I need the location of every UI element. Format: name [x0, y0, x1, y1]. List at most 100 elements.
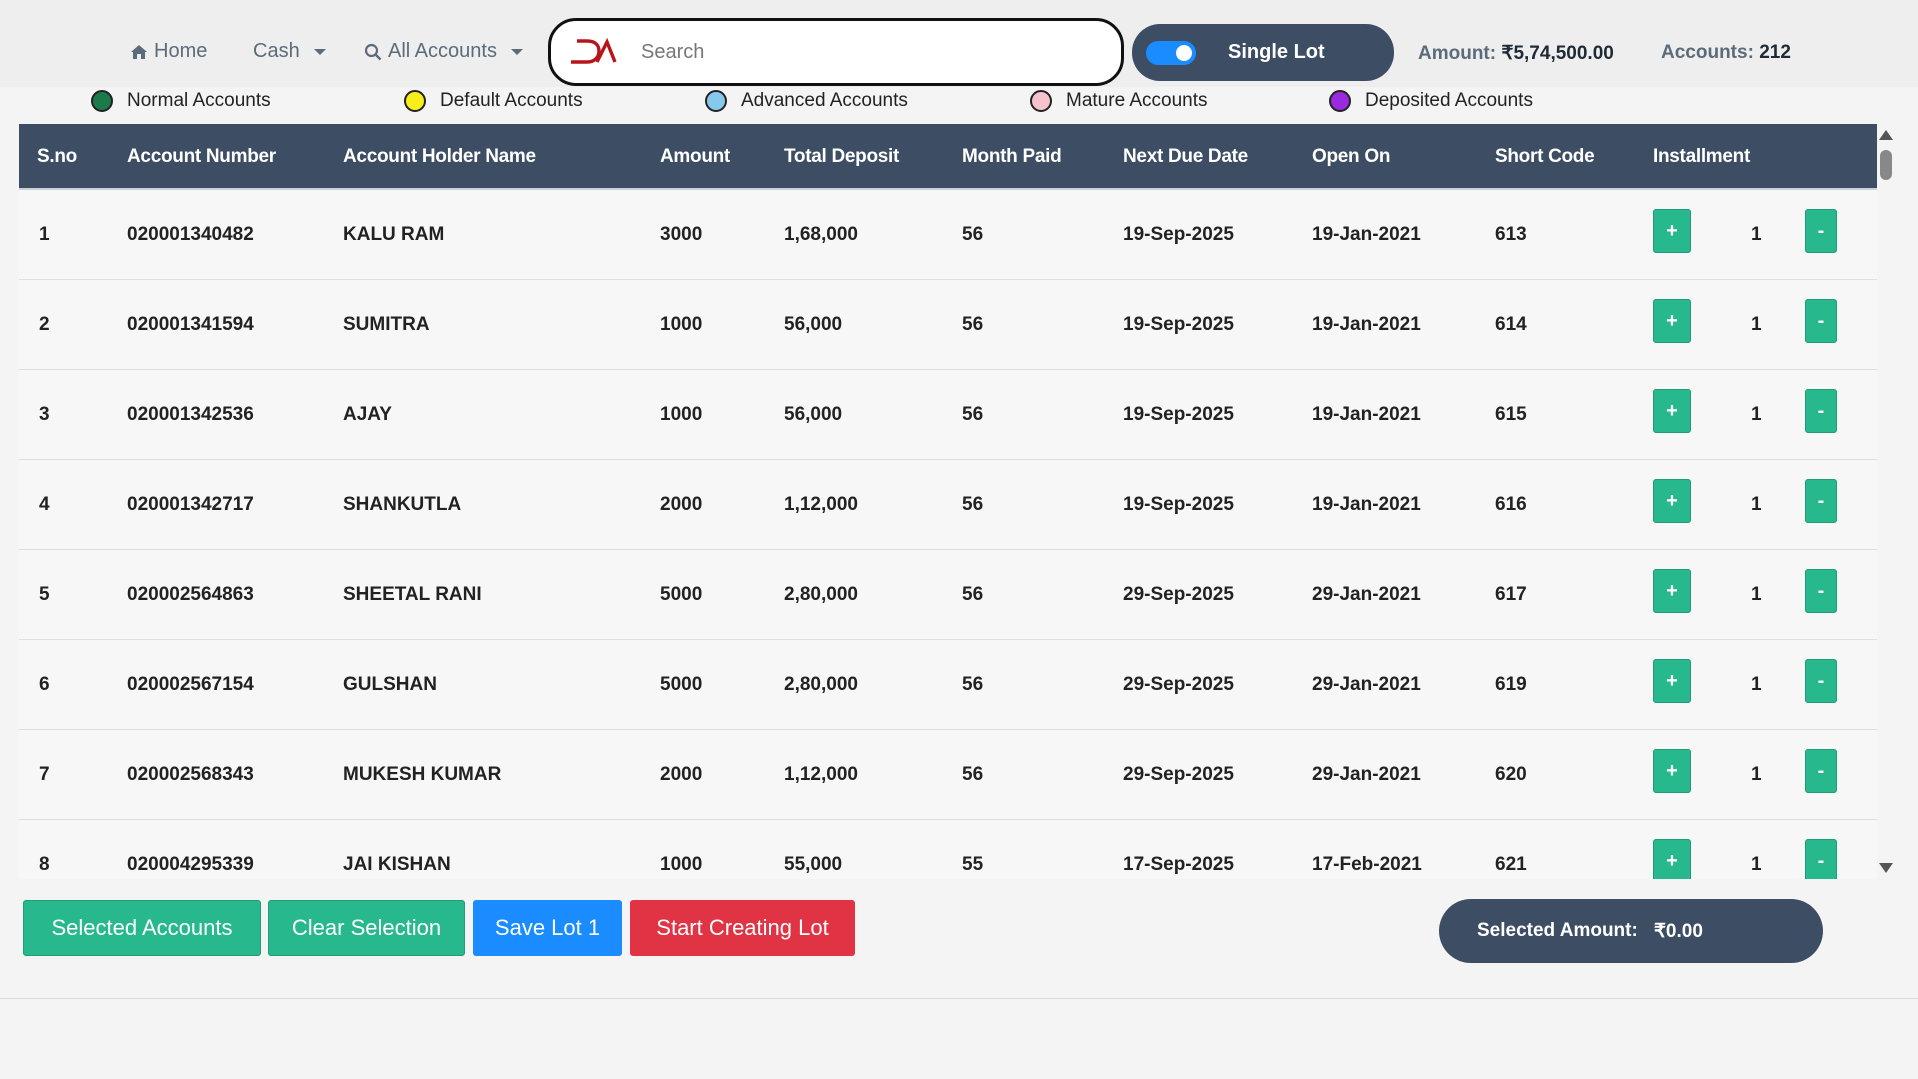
nav-home-link[interactable]: Home	[130, 40, 207, 63]
cell-month-paid: 55	[962, 854, 984, 875]
legend-dot-icon	[91, 90, 113, 112]
installment-increment-button[interactable]: +	[1653, 839, 1691, 879]
installment-increment-button[interactable]: +	[1653, 749, 1691, 793]
save-lot-button[interactable]: Save Lot 1	[473, 900, 622, 956]
header-installment: Installment	[1653, 146, 1750, 167]
accounts-count-stat: Accounts: 212	[1661, 42, 1791, 64]
table-row[interactable]: 3 020001342536 AJAY 1000 56,000 56 19-Sep-2025…	[19, 370, 1877, 460]
table-row[interactable]: 8 020004295339 JAI KISHAN 1000 55,000 55 17-Se…	[19, 820, 1877, 879]
cell-next-due-date: 29-Sep-2025	[1123, 764, 1234, 785]
table-scrollbar[interactable]	[1877, 124, 1893, 879]
scroll-down-arrow-icon[interactable]	[1879, 863, 1893, 873]
installment-increment-button[interactable]: +	[1653, 479, 1691, 523]
installment-increment-button[interactable]: +	[1653, 299, 1691, 343]
legend-deposited-accounts: Deposited Accounts	[1329, 90, 1533, 112]
search-bar[interactable]	[548, 18, 1124, 86]
legend-mature-accounts: Mature Accounts	[1030, 90, 1208, 112]
installment-increment-button[interactable]: +	[1653, 389, 1691, 433]
cell-sno: 3	[39, 404, 50, 425]
nav-all-accounts-dropdown[interactable]: All Accounts	[364, 40, 523, 63]
installment-decrement-button[interactable]: -	[1805, 299, 1837, 343]
table-row[interactable]: 4 020001342717 SHANKUTLA 2000 1,12,000 56 19-S…	[19, 460, 1877, 550]
cell-account-number: 020001341594	[127, 314, 254, 335]
footer-divider	[0, 998, 1918, 999]
cell-open-on: 29-Jan-2021	[1312, 764, 1421, 785]
installment-decrement-button[interactable]: -	[1805, 569, 1837, 613]
cell-sno: 6	[39, 674, 50, 695]
cell-next-due-date: 17-Sep-2025	[1123, 854, 1234, 875]
single-lot-toggle[interactable]	[1146, 40, 1196, 65]
start-creating-lot-button[interactable]: Start Creating Lot	[630, 900, 855, 956]
cell-open-on: 19-Jan-2021	[1312, 314, 1421, 335]
legend-label: Advanced Accounts	[741, 90, 908, 111]
cell-next-due-date: 29-Sep-2025	[1123, 674, 1234, 695]
installment-decrement-button[interactable]: -	[1805, 659, 1837, 703]
header-month-paid: Month Paid	[962, 146, 1062, 167]
cell-open-on: 19-Jan-2021	[1312, 494, 1421, 515]
cell-holder-name: SHANKUTLA	[343, 494, 462, 515]
legend-dot-icon	[705, 90, 727, 112]
cell-open-on: 29-Jan-2021	[1312, 584, 1421, 605]
installment-count: 1	[1751, 224, 1762, 245]
lot-mode-label: Single Lot	[1228, 41, 1325, 63]
table-row[interactable]: 2 020001341594 SUMITRA 1000 56,000 56 19-Sep-2…	[19, 280, 1877, 370]
table-row[interactable]: 1 020001340482 KALU RAM 3000 1,68,000 56 19-Se…	[19, 190, 1877, 280]
installment-decrement-button[interactable]: -	[1805, 749, 1837, 793]
cell-total-deposit: 1,12,000	[784, 494, 858, 515]
installment-count: 1	[1751, 494, 1762, 515]
cell-sno: 1	[39, 224, 50, 245]
cell-amount: 2000	[660, 764, 703, 785]
cell-amount: 1000	[660, 404, 703, 425]
cell-month-paid: 56	[962, 764, 984, 785]
scroll-thumb[interactable]	[1880, 150, 1892, 180]
installment-decrement-button[interactable]: -	[1805, 479, 1837, 523]
top-navbar: Home Cash All Accounts Single Lot Amount…	[0, 0, 1918, 87]
cell-open-on: 17-Feb-2021	[1312, 854, 1422, 875]
installment-decrement-button[interactable]: -	[1805, 389, 1837, 433]
table-row[interactable]: 5 020002564863 SHEETAL RANI 5000 2,80,000 56 2…	[19, 550, 1877, 640]
legend-dot-icon	[404, 90, 426, 112]
cell-amount: 5000	[660, 674, 703, 695]
cell-holder-name: KALU RAM	[343, 224, 445, 245]
installment-increment-button[interactable]: +	[1653, 659, 1691, 703]
cell-sno: 7	[39, 764, 50, 785]
cell-account-number: 020002567154	[127, 674, 254, 695]
cell-holder-name: AJAY	[343, 404, 392, 425]
cell-next-due-date: 19-Sep-2025	[1123, 494, 1234, 515]
cell-total-deposit: 2,80,000	[784, 674, 858, 695]
scroll-up-arrow-icon[interactable]	[1879, 130, 1893, 140]
header-amount: Amount	[660, 146, 730, 167]
cell-short-code: 620	[1495, 764, 1527, 785]
clear-selection-button[interactable]: Clear Selection	[268, 900, 465, 956]
da-logo-icon	[571, 38, 617, 64]
cell-next-due-date: 19-Sep-2025	[1123, 224, 1234, 245]
legend-advanced-accounts: Advanced Accounts	[705, 90, 908, 112]
table-row[interactable]: 7 020002568343 MUKESH KUMAR 2000 1,12,000 56 2…	[19, 730, 1877, 820]
installment-count: 1	[1751, 854, 1762, 875]
header-short-code: Short Code	[1495, 146, 1595, 167]
search-input[interactable]	[641, 40, 1081, 64]
cell-sno: 8	[39, 854, 50, 875]
table-header: S.no Account Number Account Holder Name …	[19, 124, 1877, 190]
installment-decrement-button[interactable]: -	[1805, 209, 1837, 253]
legend-default-accounts: Default Accounts	[404, 90, 583, 112]
home-icon	[131, 44, 147, 59]
cell-short-code: 614	[1495, 314, 1527, 335]
header-holder-name: Account Holder Name	[343, 146, 536, 167]
header-sno: S.no	[37, 146, 77, 167]
table-row[interactable]: 6 020002567154 GULSHAN 5000 2,80,000 56 29-Sep…	[19, 640, 1877, 730]
cell-total-deposit: 2,80,000	[784, 584, 858, 605]
installment-increment-button[interactable]: +	[1653, 569, 1691, 613]
installment-decrement-button[interactable]: -	[1805, 839, 1837, 879]
installment-count: 1	[1751, 674, 1762, 695]
selected-amount-label: Selected Amount:	[1477, 920, 1638, 941]
nav-cash-dropdown[interactable]: Cash	[253, 40, 326, 63]
cell-amount: 3000	[660, 224, 703, 245]
total-amount-stat: Amount: ₹5,74,500.00	[1418, 42, 1614, 65]
cell-open-on: 29-Jan-2021	[1312, 674, 1421, 695]
cell-short-code: 621	[1495, 854, 1527, 875]
selected-accounts-button[interactable]: Selected Accounts	[23, 900, 261, 956]
installment-increment-button[interactable]: +	[1653, 209, 1691, 253]
header-open-on: Open On	[1312, 146, 1391, 167]
cell-month-paid: 56	[962, 404, 984, 425]
